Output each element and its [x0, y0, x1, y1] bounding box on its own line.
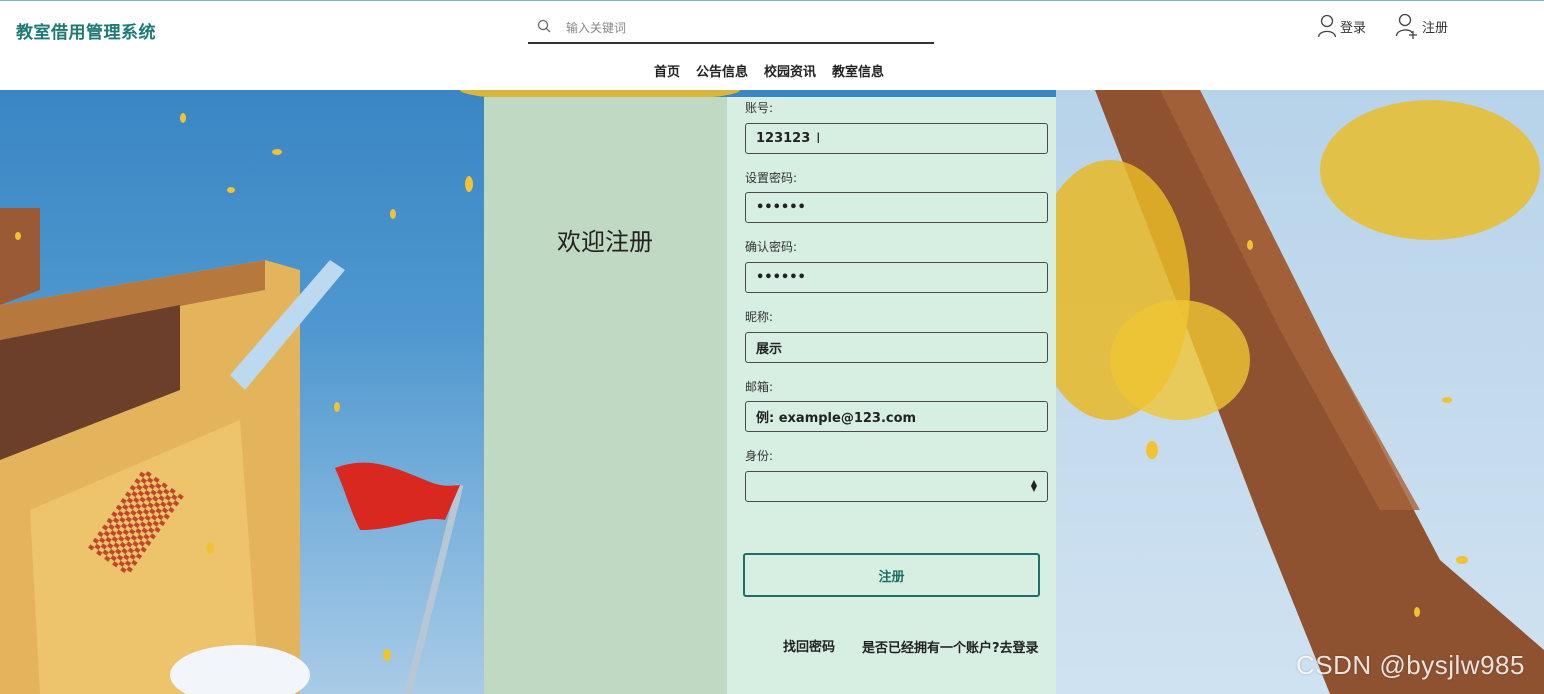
login-link[interactable]: 登录: [1317, 13, 1366, 39]
nav-item-home[interactable]: 首页: [646, 61, 688, 80]
nav-item-classrooms[interactable]: 教室信息: [824, 61, 892, 80]
nav-item-campus-news[interactable]: 校园资讯: [756, 61, 824, 80]
email-value: 例: example@123.com: [756, 411, 917, 426]
forgot-password-link[interactable]: 找回密码: [783, 636, 835, 655]
nickname-value: 展示: [756, 342, 783, 357]
user-icon: [1317, 14, 1337, 38]
password-value: ••••••: [756, 200, 806, 215]
search-icon[interactable]: [537, 19, 551, 33]
register-form-panel: [727, 97, 1056, 694]
select-arrows-icon: ▲ ▼: [1030, 478, 1037, 493]
login-label: 登录: [1340, 20, 1367, 36]
confirm-password-label: 确认密码:: [745, 240, 798, 254]
search-input[interactable]: [566, 17, 926, 39]
nickname-input[interactable]: 展示: [745, 332, 1048, 363]
password-label: 设置密码:: [745, 171, 798, 185]
welcome-heading: 欢迎注册: [557, 228, 653, 256]
email-label: 邮箱:: [745, 380, 774, 394]
go-login-link[interactable]: 是否已经拥有一个账户?去登录: [862, 637, 1039, 656]
text-cursor-icon: I: [816, 130, 821, 147]
register-panel-left: [484, 97, 727, 694]
search-bar: [528, 13, 934, 44]
nickname-label: 昵称:: [745, 310, 774, 324]
site-logo[interactable]: 教室借用管理系统: [16, 18, 156, 43]
watermark: CSDN @bysjlw985: [1296, 650, 1525, 680]
role-select[interactable]: ▲ ▼: [745, 471, 1048, 502]
email-input[interactable]: 例: example@123.com: [745, 401, 1048, 432]
role-label: 身份:: [745, 449, 774, 463]
nav-item-announcements[interactable]: 公告信息: [688, 61, 756, 80]
site-header: 教室借用管理系统 登录 注册 首页 公告信息 校园资讯 教室信息: [0, 0, 1544, 90]
register-label: 注册: [1422, 20, 1449, 36]
user-add-icon: [1395, 13, 1417, 39]
confirm-password-input[interactable]: ••••••: [745, 262, 1048, 293]
account-input[interactable]: 123123 I: [745, 123, 1048, 154]
register-link[interactable]: 注册: [1395, 13, 1448, 39]
password-input[interactable]: ••••••: [745, 192, 1048, 223]
main-nav: 首页 公告信息 校园资讯 教室信息: [646, 61, 892, 80]
account-label: 账号:: [745, 101, 774, 115]
confirm-password-value: ••••••: [756, 270, 806, 285]
register-submit-button[interactable]: 注册: [743, 553, 1040, 597]
account-value: 123123: [756, 131, 811, 146]
